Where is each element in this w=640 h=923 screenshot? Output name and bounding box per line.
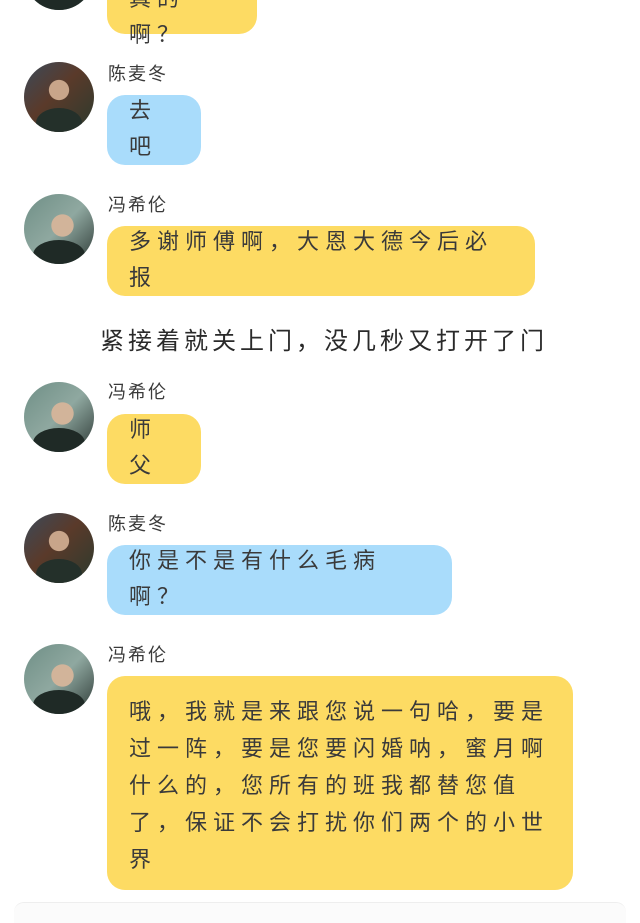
avatar	[24, 62, 94, 132]
chat-bubble: 真的啊？	[107, 0, 257, 48]
chat-bubble: 多谢师傅啊，大恩大德今后必报	[107, 226, 535, 296]
avatar	[24, 644, 94, 714]
narration-text: 紧接着就关上门，没几秒又打开了门	[100, 327, 548, 355]
sender-name: 陈麦冬	[108, 64, 168, 85]
input-bar-edge	[14, 902, 626, 923]
avatar	[24, 513, 94, 583]
chat-bubble: 师父	[107, 414, 201, 484]
chat-bubble: 你是不是有什么毛病啊？	[107, 545, 452, 615]
avatar	[24, 194, 94, 264]
sender-name: 陈麦冬	[108, 514, 168, 535]
chat-bubble: 去吧	[107, 95, 201, 165]
avatar	[24, 382, 94, 452]
sender-name: 冯希伦	[108, 645, 168, 666]
sender-name: 冯希伦	[108, 382, 168, 403]
avatar	[24, 0, 94, 10]
chat-bubble: 哦，我就是来跟您说一句哈，要是过一阵，要是您要闪婚呐，蜜月啊什么的，您所有的班我…	[107, 676, 573, 890]
sender-name: 冯希伦	[108, 195, 168, 216]
